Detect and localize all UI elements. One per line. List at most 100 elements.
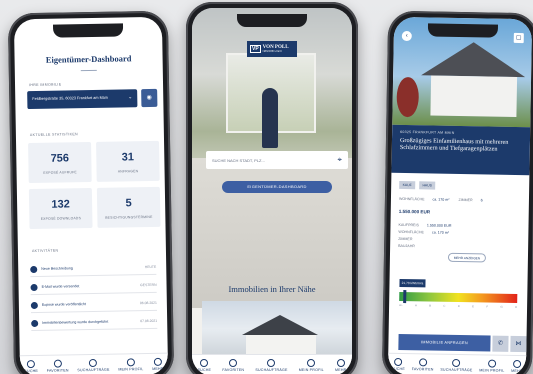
tab-more[interactable]: MEHR — [152, 357, 164, 371]
bottom-tab-bar: SUCHE FAVORITEN SUCHAUFTRÄGE MEIN PROFIL… — [387, 352, 527, 374]
phone-icon[interactable]: ✆ — [492, 335, 509, 352]
detail-label: KAUFPREIS — [398, 222, 419, 228]
notch — [427, 23, 499, 38]
logo-mark: VP — [250, 45, 261, 53]
tab-more[interactable]: MEHR — [335, 359, 346, 372]
location-icon[interactable]: ⌖ — [337, 155, 342, 165]
eye-icon[interactable]: ◉ — [141, 88, 158, 108]
more-icon — [153, 357, 162, 366]
stat-caption: EXPOSÉ AUFRUFE — [43, 170, 77, 175]
search-input[interactable]: SUCHE NACH STADT, PLZ... ⌖ — [206, 151, 348, 169]
energy-tick: A — [414, 303, 417, 308]
property-select[interactable]: Feldbergstraße 35, 60323 Frankfurt am Ma… — [27, 89, 138, 110]
tab-favorites[interactable]: FAVORITEN — [222, 359, 244, 372]
phone-listing: ‹ ▢ 60325 FRANKFURT AM MAIN Großzügiges … — [381, 10, 533, 374]
listing-location: 60325 FRANKFURT AM MAIN — [400, 129, 455, 135]
energy-ticks: A+ A B C D E F G H — [399, 303, 517, 309]
notch — [52, 23, 124, 38]
star-icon — [53, 359, 62, 368]
detail-row: KAUFPREIS 1.550.000 EUR — [398, 223, 451, 228]
inquire-button[interactable]: IMMOBILIE ANFRAGEN — [398, 333, 491, 352]
share-icon[interactable]: ⋈ — [510, 335, 527, 353]
tab-label: MEHR — [335, 368, 347, 372]
activity-icon — [30, 283, 38, 292]
gallery-icon[interactable]: ▢ — [513, 32, 524, 44]
tab-more[interactable]: MEHR — [511, 359, 523, 373]
price: 1.550.000 EUR — [398, 208, 431, 215]
stat-caption: BESICHTIGUNGSTERMINE — [105, 214, 153, 220]
activity-item[interactable]: Neue Beschreibung HEUTE — [30, 260, 157, 278]
activity-text: Immobilienbewertung wurde durchgeführt — [42, 319, 109, 325]
owner-dashboard-button[interactable]: EIGENTÜMER-DASHBOARD — [222, 181, 332, 193]
activity-date: GESTERN — [140, 282, 157, 288]
notch — [237, 14, 307, 27]
house-wall — [430, 75, 518, 117]
stat-value: 756 — [50, 152, 70, 165]
tab-favorites[interactable]: FAVORITEN — [411, 358, 434, 372]
tab-label: SUCHAUFTRÄGE — [255, 368, 288, 372]
detail-label: WOHNFLÄCHE — [398, 229, 424, 235]
house-roof — [242, 315, 318, 335]
activity-item[interactable]: Exposé wurde veröffentlicht 06.08.2021 — [30, 296, 157, 314]
energy-tick: E — [472, 304, 475, 309]
logo-subtitle: IMMOBILIEN — [262, 50, 282, 53]
energy-tick: H — [515, 304, 518, 310]
tag-haus: HAUS — [419, 181, 436, 190]
title-divider — [80, 69, 97, 72]
stat-caption: EXPOSÉ DOWNLOADS — [40, 216, 82, 221]
tab-label: SUCHAUFTRÄGE — [77, 367, 110, 373]
detail-value: ca. 170 m² — [431, 230, 449, 235]
tab-search-orders[interactable]: SUCHAUFTRÄGE — [440, 358, 473, 372]
tab-profile[interactable]: MEIN PROFIL — [118, 358, 144, 372]
more-icon — [336, 359, 345, 367]
rooms-label: ZIMMER — [458, 197, 473, 203]
activity-icon — [30, 265, 38, 274]
tab-label: SUCHE — [24, 368, 39, 374]
activity-icon — [30, 301, 38, 310]
stat-card: 5 BESICHTIGUNGSTERMINE — [96, 186, 161, 228]
tab-label: MEIN PROFIL — [118, 367, 144, 372]
activity-item[interactable]: E-Mail wurde versendet GESTERN — [30, 278, 157, 296]
phone-home: VP VON POLL IMMOBILIEN SUCHE NACH STADT,… — [186, 2, 358, 374]
tab-search-orders[interactable]: SUCHAUFTRÄGE — [77, 358, 110, 373]
tab-label: FAVORITEN — [46, 368, 69, 373]
activity-date: 07.08.2021 — [140, 318, 158, 324]
star-icon — [418, 358, 427, 367]
energy-marker — [403, 290, 407, 304]
star-icon — [229, 359, 238, 367]
tab-profile[interactable]: MEIN PROFIL — [299, 359, 324, 372]
energy-tick: A+ — [399, 302, 403, 308]
tab-label: FAVORITEN — [411, 367, 434, 372]
home-screen: VP VON POLL IMMOBILIEN SUCHE NACH STADT,… — [192, 8, 352, 374]
brand-logo: VP VON POLL IMMOBILIEN — [247, 41, 297, 57]
living-area-value: ca. 170 m² — [432, 197, 450, 202]
listing-title: Großzügiges Einfamilienhaus mit mehreren… — [399, 136, 509, 154]
more-icon — [512, 359, 522, 369]
tab-search[interactable]: SUCHE — [24, 360, 38, 373]
tab-label: FAVORITEN — [222, 368, 245, 372]
back-icon[interactable]: ‹ — [401, 30, 412, 42]
tab-search[interactable]: SUCHE — [198, 359, 212, 372]
detail-label: ZIMMER — [398, 236, 413, 242]
section-label-property: IHRE IMMOBILIE — [29, 82, 62, 88]
energy-tick: C — [443, 303, 446, 308]
bottom-tab-bar: SUCHE FAVORITEN SUCHAUFTRÄGE MEIN PROFIL… — [19, 352, 169, 374]
tab-favorites[interactable]: FAVORITEN — [46, 359, 69, 373]
search-icon — [200, 359, 209, 367]
energy-tick: D — [457, 303, 460, 309]
detail-value: 1.550.000 EUR — [426, 223, 452, 228]
show-more-button[interactable]: MEHR ANZEIGEN — [447, 252, 487, 263]
dashboard-screen: Eigentümer-Dashboard IHRE IMMOBILIE Feld… — [13, 16, 169, 374]
tab-search[interactable]: SUCHE — [391, 357, 405, 371]
activity-item[interactable]: Immobilienbewertung wurde durchgeführt 0… — [31, 314, 158, 332]
tab-profile[interactable]: MEIN PROFIL — [479, 359, 504, 373]
detail-row: ZIMMER — [398, 237, 412, 241]
energy-tick: F — [486, 304, 489, 309]
property-select-value: Feldbergstraße 35, 60323 Frankfurt am Ma… — [32, 95, 108, 102]
tag-kauf: KAUF — [399, 180, 416, 190]
listing-header: 60325 FRANKFURT AM MAIN Großzügiges Einf… — [391, 124, 531, 176]
energy-scale — [399, 290, 518, 304]
search-icon — [27, 360, 36, 369]
tab-search-orders[interactable]: SUCHAUFTRÄGE — [255, 359, 287, 372]
energy-tick: B — [429, 303, 432, 308]
